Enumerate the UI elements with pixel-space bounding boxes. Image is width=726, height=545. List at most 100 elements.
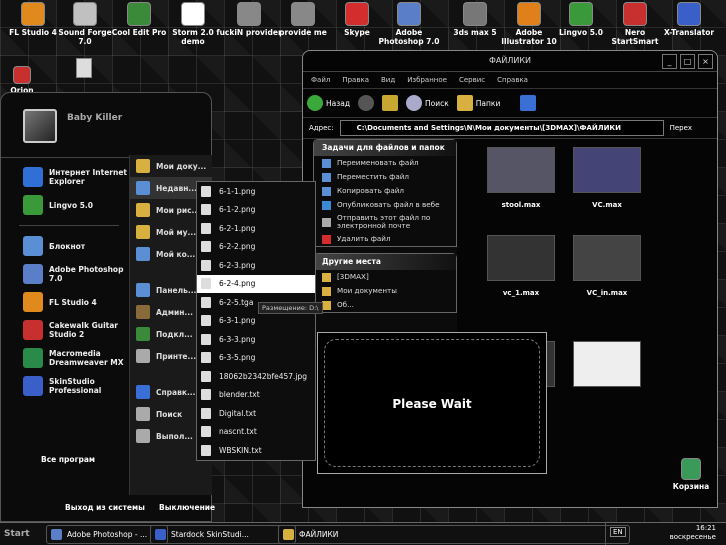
place-icon [136, 159, 150, 173]
place-label: Мои документы [337, 286, 397, 295]
file-tasks-header[interactable]: Задачи для файлов и папок [314, 140, 456, 156]
task-item[interactable]: Переименовать файл [314, 156, 456, 170]
minimize-button[interactable]: _ [662, 54, 677, 69]
task-icon [322, 172, 331, 182]
recent-document-item[interactable]: 6-3-3.png [197, 330, 315, 349]
menu-item[interactable]: Справка [497, 72, 528, 88]
logout-button[interactable]: Выход из системы [65, 503, 145, 512]
file-name: VC.max [592, 201, 622, 209]
document-label: 6-2-3.png [219, 260, 256, 270]
place-item[interactable]: Мои документы [314, 284, 456, 298]
views-button[interactable] [520, 95, 537, 111]
file-item[interactable]: VC_in.max [571, 235, 643, 297]
start-menu-item[interactable]: Cakewalk Guitar Studio 2 [9, 316, 129, 344]
place-label: Подкл... [156, 329, 193, 339]
go-button[interactable]: Перех [670, 124, 692, 132]
user-avatar [23, 109, 57, 143]
taskbar-button[interactable]: Stardock SkinStudi... [150, 525, 296, 544]
recent-document-item[interactable]: 6-1-2.png [197, 201, 315, 220]
recent-document-item[interactable]: 6-1-1.png [197, 182, 315, 201]
document-icon [201, 296, 211, 308]
recent-document-item[interactable]: nascnt.txt [197, 423, 315, 442]
search-button[interactable]: Поиск [406, 95, 449, 111]
start-menu-header: Baby Killer [1, 93, 211, 158]
clock[interactable]: 16:21 воскресенье [670, 524, 716, 542]
desktop-icon[interactable]: X-Translator [656, 2, 722, 37]
task-item[interactable]: Удалить файл [314, 232, 456, 246]
back-button[interactable]: Назад [307, 95, 350, 111]
document-icon [201, 315, 211, 327]
folder-icon [456, 95, 473, 111]
up-folder-button[interactable] [382, 95, 399, 111]
start-menu-item[interactable]: Macromedia Dreamweaver MX [9, 344, 129, 372]
all-programs-button[interactable]: Все програм [41, 455, 95, 464]
task-label: Отправить этот файл по электронной почте [337, 213, 431, 230]
place-item[interactable]: [3DMAX] [314, 270, 456, 284]
task-item[interactable]: Переместить файл [314, 170, 456, 184]
place-label: Админ... [156, 307, 193, 317]
taskbar-button[interactable]: ФАЙЛИКИ [278, 525, 630, 544]
start-menu-item[interactable]: Блокнот [9, 232, 129, 260]
address-bar: Адрес: C:\Documents and Settings\N\Мои д… [303, 118, 717, 139]
start-menu-item[interactable]: Lingvo 5.0 [9, 191, 129, 219]
start-menu-item[interactable]: Adobe Photoshop 7.0 [9, 260, 129, 288]
recent-document-item[interactable]: 18062b2342bfe457.jpg [197, 367, 315, 386]
start-menu-item[interactable]: SkinStudio Professional [9, 372, 129, 400]
menu-item[interactable]: Вид [381, 72, 395, 88]
task-item[interactable]: Отправить этот файл по электронной почте [314, 212, 456, 232]
place-icon [136, 349, 150, 363]
maximize-button[interactable]: □ [680, 54, 695, 69]
document-icon [201, 389, 211, 401]
document-label: 6-2-2.png [219, 242, 256, 252]
start-menu-place-item[interactable]: Мои доку... [130, 155, 212, 177]
app-icon [21, 2, 45, 26]
place-icon [136, 327, 150, 341]
shutdown-button[interactable]: Выключение [159, 503, 215, 512]
menu-item[interactable]: Правка [342, 72, 369, 88]
place-label: Мои рис... [156, 205, 201, 215]
place-label: Мои доку... [156, 161, 207, 171]
file-item[interactable]: stool.max [485, 147, 557, 209]
title-bar[interactable]: ФАЙЛИКИ _ □ × [303, 51, 717, 72]
other-places-header[interactable]: Другие места [314, 254, 456, 270]
menu-item[interactable]: Файл [311, 72, 330, 88]
document-icon [201, 444, 211, 456]
task-label: Переименовать файл [337, 158, 419, 167]
recent-document-item[interactable]: 6-3-5.png [197, 349, 315, 368]
start-button[interactable]: Start [0, 525, 44, 543]
file-item[interactable]: vc_1.max [485, 235, 557, 297]
place-item[interactable]: Об... [314, 298, 456, 312]
recent-document-item[interactable]: 6-2-4.png [197, 274, 315, 293]
recent-document-item[interactable]: 6-2-2.png [197, 238, 315, 257]
file-item[interactable]: VC.max [571, 147, 643, 209]
desktop-icon-recycle-bin[interactable]: Корзина [668, 458, 714, 491]
document-label: WBSKIN.txt [219, 445, 262, 455]
recent-document-item[interactable]: 6-3-1.png [197, 312, 315, 331]
app-icon [291, 2, 315, 26]
document-label: Digital.txt [219, 408, 257, 418]
app-icon [51, 529, 62, 540]
recent-document-item[interactable]: WBSKIN.txt [197, 441, 315, 460]
recent-document-item[interactable]: 6-2-1.png [197, 219, 315, 238]
recent-document-item[interactable]: 6-2-3.png [197, 256, 315, 275]
desktop-icon[interactable]: Adobe Photoshop 7.0 [376, 2, 442, 46]
place-label: [3DMAX] [337, 272, 369, 281]
menu-item[interactable]: Избранное [407, 72, 447, 88]
task-item[interactable]: Копировать файл [314, 184, 456, 198]
search-icon [406, 95, 423, 111]
program-label: Lingvo 5.0 [49, 200, 93, 210]
menu-item[interactable]: Сервис [459, 72, 485, 88]
address-input[interactable]: C:\Documents and Settings\N\Мои документ… [339, 120, 664, 136]
recent-document-item[interactable]: Digital.txt [197, 404, 315, 423]
recent-document-item[interactable]: blender.txt [197, 386, 315, 405]
start-menu-item[interactable]: FL Studio 4 [9, 288, 129, 316]
start-menu-item[interactable]: Интернет Internet Explorer [9, 163, 129, 191]
task-item[interactable]: Опубликовать файл в вебе [314, 198, 456, 212]
forward-button[interactable] [358, 95, 375, 111]
language-indicator[interactable]: EN [610, 527, 626, 537]
folders-button[interactable]: Папки [456, 95, 500, 111]
close-button[interactable]: × [698, 54, 713, 69]
start-menu-programs: Интернет Internet Explorer Lingvo 5.0 Блок… [9, 163, 129, 400]
document-icon[interactable] [76, 58, 92, 78]
file-item[interactable] [571, 341, 643, 395]
